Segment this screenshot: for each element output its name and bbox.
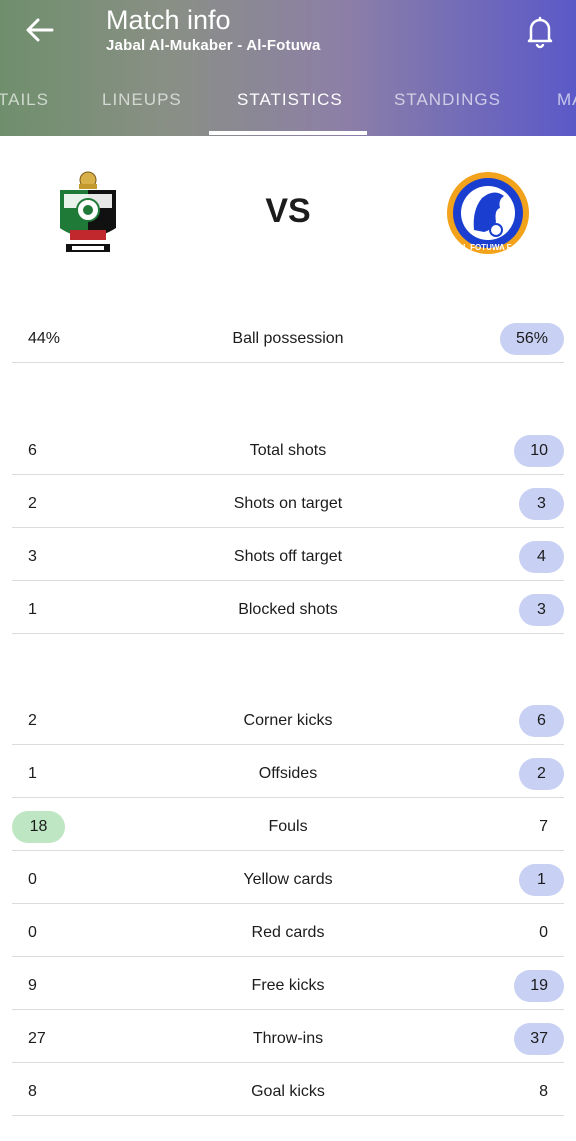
away-value: 10: [514, 435, 564, 467]
away-value: 56%: [499, 323, 564, 355]
tab-lineups[interactable]: LINEUPS: [102, 90, 182, 110]
stat-label: Goal kicks: [251, 1083, 325, 1100]
away-crest-icon: AL FOTUWA F.C: [447, 172, 529, 254]
active-tab-indicator: [209, 131, 367, 135]
tab-standings[interactable]: STANDINGS: [394, 90, 501, 110]
away-value: 3: [519, 594, 564, 626]
away-value: 6: [519, 705, 564, 737]
away-value: 37: [514, 1023, 564, 1055]
stat-row-ball-possession: 44% Ball possession 56%: [12, 310, 564, 363]
arrow-left-icon: [26, 18, 54, 42]
stat-label: Red cards: [251, 924, 325, 941]
stat-row-goal-kicks: 8 Goal kicks 8: [12, 1063, 564, 1116]
match-subtitle: Jabal Al-Mukaber - Al-Fotuwa: [106, 37, 321, 54]
stat-row-shots-on-target: 2 Shots on target 3: [12, 475, 564, 528]
versus-label: VS: [265, 192, 311, 230]
stat-label: Throw-ins: [252, 1030, 324, 1047]
stat-row-red-cards: 0 Red cards 0: [12, 904, 564, 957]
stat-row-total-shots: 6 Total shots 10: [12, 422, 564, 475]
stat-label: Shots on target: [233, 495, 343, 512]
home-crest-icon: [60, 171, 116, 252]
stat-label: Blocked shots: [238, 601, 338, 618]
stat-row-blocked-shots: 1 Blocked shots 3: [12, 581, 564, 634]
stat-label: Total shots: [249, 442, 327, 459]
notifications-button[interactable]: [520, 12, 560, 50]
stat-label: Offsides: [258, 765, 318, 782]
away-value: 0: [539, 924, 548, 941]
tab-matches[interactable]: MA: [557, 90, 576, 110]
stat-label: Ball possession: [232, 330, 344, 347]
stat-label: Shots off target: [233, 548, 343, 565]
stat-label: Fouls: [268, 818, 308, 835]
stat-row-fouls: 18 Fouls 7: [12, 798, 564, 851]
away-value: 2: [519, 758, 564, 790]
home-team-logo[interactable]: [52, 168, 124, 258]
stat-row-throw-ins: 27 Throw-ins 37: [12, 1010, 564, 1063]
bell-icon: [527, 16, 553, 49]
app-header: Match info Jabal Al-Mukaber - Al-Fotuwa …: [0, 0, 576, 136]
away-value: 3: [519, 488, 564, 520]
away-value: 4: [519, 541, 564, 573]
tab-details[interactable]: TAILS: [0, 90, 49, 110]
away-team-logo[interactable]: AL FOTUWA F.C: [444, 170, 532, 256]
svg-text:AL FOTUWA F.C: AL FOTUWA F.C: [457, 243, 519, 252]
stat-row-corner-kicks: 2 Corner kicks 6: [12, 692, 564, 745]
back-button[interactable]: [18, 12, 62, 48]
away-value: 7: [539, 818, 548, 835]
stat-label: Corner kicks: [243, 712, 333, 729]
away-value: 19: [514, 970, 564, 1002]
stat-label: Yellow cards: [243, 871, 333, 888]
stat-row-offsides: 1 Offsides 2: [12, 745, 564, 798]
tab-statistics[interactable]: STATISTICS: [237, 90, 343, 110]
stat-label: Free kicks: [251, 977, 325, 994]
stat-row-shots-off-target: 3 Shots off target 4: [12, 528, 564, 581]
away-value: 8: [539, 1083, 548, 1100]
page-title: Match info: [106, 5, 231, 35]
away-value: 1: [519, 864, 564, 896]
stat-row-free-kicks: 9 Free kicks 19: [12, 957, 564, 1010]
stat-row-yellow-cards: 0 Yellow cards 1: [12, 851, 564, 904]
